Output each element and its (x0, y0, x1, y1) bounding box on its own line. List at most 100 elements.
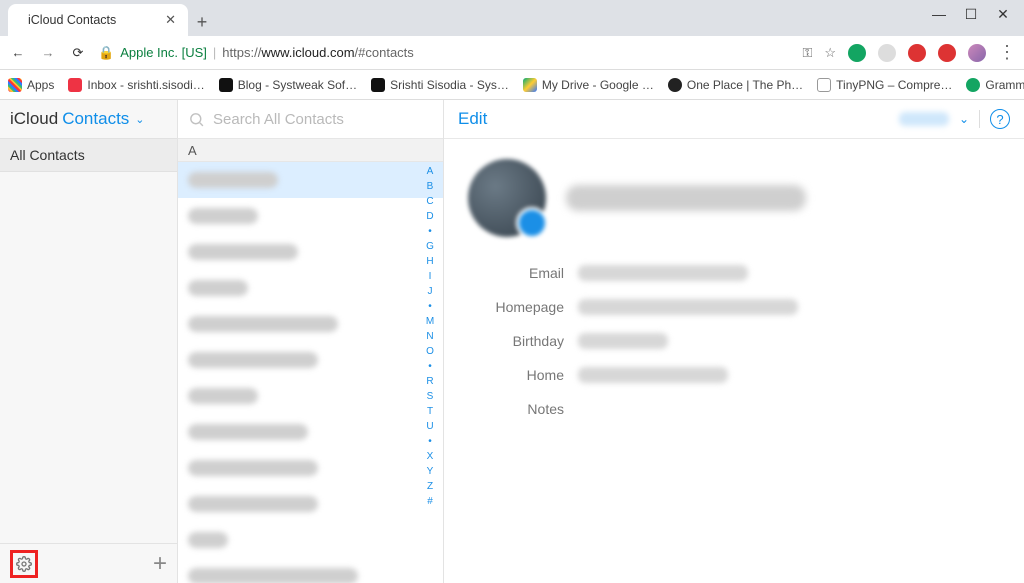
back-button[interactable]: ← (8, 45, 28, 60)
alpha-index-letter[interactable]: B (421, 181, 439, 192)
alpha-index-letter[interactable]: • (421, 436, 439, 447)
field-value-blurred (578, 265, 748, 281)
contact-row[interactable] (178, 198, 443, 234)
window-maximize[interactable]: ☐ (964, 6, 978, 23)
menu-icon[interactable]: ⋮ (998, 42, 1016, 63)
profile-avatar[interactable] (968, 44, 986, 62)
forward-button[interactable]: → (38, 45, 58, 60)
contact-name-blurred (188, 316, 338, 332)
contact-row[interactable] (178, 162, 443, 198)
apps-shortcut[interactable]: Apps (8, 78, 54, 92)
contact-row[interactable] (178, 234, 443, 270)
alpha-index-letter[interactable]: • (421, 361, 439, 372)
search-input[interactable] (213, 111, 433, 128)
search-icon (188, 111, 205, 128)
chevron-down-icon: ⌄ (135, 113, 144, 126)
contact-name-blurred (188, 352, 318, 368)
alpha-index-letter[interactable]: U (421, 421, 439, 432)
alpha-index-letter[interactable]: X (421, 451, 439, 462)
field-label: Notes (468, 401, 564, 417)
alpha-index[interactable]: ABCD • GHIJ • MNO • RSTU • XYZ # (421, 166, 439, 577)
account-name[interactable] (899, 112, 949, 126)
section-header: A (178, 138, 443, 162)
alpha-index-letter[interactable]: • (421, 301, 439, 312)
bookmark-item[interactable]: Inbox - srishti.sisodi… (68, 78, 204, 92)
group-all-contacts[interactable]: All Contacts (0, 138, 177, 172)
drive-icon (523, 78, 537, 92)
contact-row[interactable] (178, 342, 443, 378)
detail-field: Notes (468, 401, 1000, 417)
bookmark-item[interactable]: My Drive - Google … (523, 78, 654, 92)
help-button[interactable]: ? (990, 109, 1010, 129)
key-icon[interactable]: ⚿ (802, 45, 812, 61)
new-tab-button[interactable]: + (188, 8, 216, 36)
bookmark-item[interactable]: Srishti Sisodia - Sys… (371, 78, 509, 92)
alpha-index-letter[interactable]: Z (421, 481, 439, 492)
contact-name-blurred (188, 568, 358, 583)
close-icon[interactable]: ✕ (165, 12, 176, 28)
alpha-index-letter[interactable]: C (421, 196, 439, 207)
edit-button[interactable]: Edit (458, 109, 487, 129)
extension-icon[interactable] (878, 44, 896, 62)
alpha-index-letter[interactable]: N (421, 331, 439, 342)
contact-row[interactable] (178, 306, 443, 342)
contact-row[interactable] (178, 522, 443, 558)
contact-name-blurred (188, 460, 318, 476)
contact-row[interactable] (178, 378, 443, 414)
reload-button[interactable]: ⟳ (68, 45, 88, 61)
extension-icon[interactable] (908, 44, 926, 62)
bookmark-item[interactable]: Grammarly (966, 78, 1024, 92)
bookmark-item[interactable]: TinyPNG – Compre… (817, 78, 952, 92)
alpha-index-letter[interactable]: J (421, 286, 439, 297)
site-icon (817, 78, 831, 92)
apps-icon (8, 78, 22, 92)
contact-name-blurred (188, 172, 278, 188)
contact-row[interactable] (178, 558, 443, 583)
browser-tab-icloud[interactable]: iCloud Contacts ✕ (8, 4, 188, 36)
alpha-index-letter[interactable]: H (421, 256, 439, 267)
omnibox[interactable]: 🔒 Apple Inc. [US] | https://www.icloud.c… (98, 45, 792, 61)
alpha-index-letter[interactable]: • (421, 226, 439, 237)
contact-name (566, 185, 806, 211)
star-icon[interactable]: ☆ (824, 45, 836, 61)
field-value-blurred (578, 333, 668, 349)
grammarly-icon (966, 78, 980, 92)
alpha-index-letter[interactable]: M (421, 316, 439, 327)
contact-row[interactable] (178, 414, 443, 450)
alpha-index-letter[interactable]: I (421, 271, 439, 282)
bookmark-item[interactable]: One Place | The Ph… (668, 78, 803, 92)
chevron-down-icon[interactable]: ⌄ (959, 112, 969, 126)
alpha-index-letter[interactable]: # (421, 496, 439, 507)
contact-row[interactable] (178, 486, 443, 522)
contact-name-blurred (188, 208, 258, 224)
contact-row[interactable] (178, 270, 443, 306)
alpha-index-letter[interactable]: D (421, 211, 439, 222)
gear-icon (16, 556, 32, 572)
alpha-index-letter[interactable]: S (421, 391, 439, 402)
alpha-index-letter[interactable]: R (421, 376, 439, 387)
secure-origin: Apple Inc. [US] (120, 45, 207, 60)
extension-icon[interactable] (848, 44, 866, 62)
browser-tabbar: iCloud Contacts ✕ + (0, 0, 1024, 36)
window-close[interactable]: ✕ (996, 6, 1010, 23)
window-minimize[interactable]: — (932, 6, 946, 22)
bookmark-item[interactable]: Blog - Systweak Sof… (219, 78, 357, 92)
alpha-index-letter[interactable]: T (421, 406, 439, 417)
contact-name-blurred (188, 244, 298, 260)
alpha-index-letter[interactable]: Y (421, 466, 439, 477)
alpha-index-letter[interactable]: A (421, 166, 439, 177)
brand-icloud: iCloud (10, 109, 58, 129)
detail-field: Home (468, 367, 1000, 383)
alpha-index-letter[interactable]: G (421, 241, 439, 252)
contact-avatar[interactable] (468, 159, 546, 237)
site-icon (219, 78, 233, 92)
extension-icon[interactable] (938, 44, 956, 62)
lock-icon: 🔒 (98, 45, 114, 61)
app-switcher[interactable]: iCloud Contacts ⌄ (0, 100, 177, 138)
settings-button[interactable] (10, 550, 38, 578)
alpha-index-letter[interactable]: O (421, 346, 439, 357)
contact-row[interactable] (178, 450, 443, 486)
add-button[interactable]: + (153, 550, 167, 578)
contact-name-blurred (188, 532, 228, 548)
bookmarks-bar: Apps Inbox - srishti.sisodi… Blog - Syst… (0, 70, 1024, 100)
